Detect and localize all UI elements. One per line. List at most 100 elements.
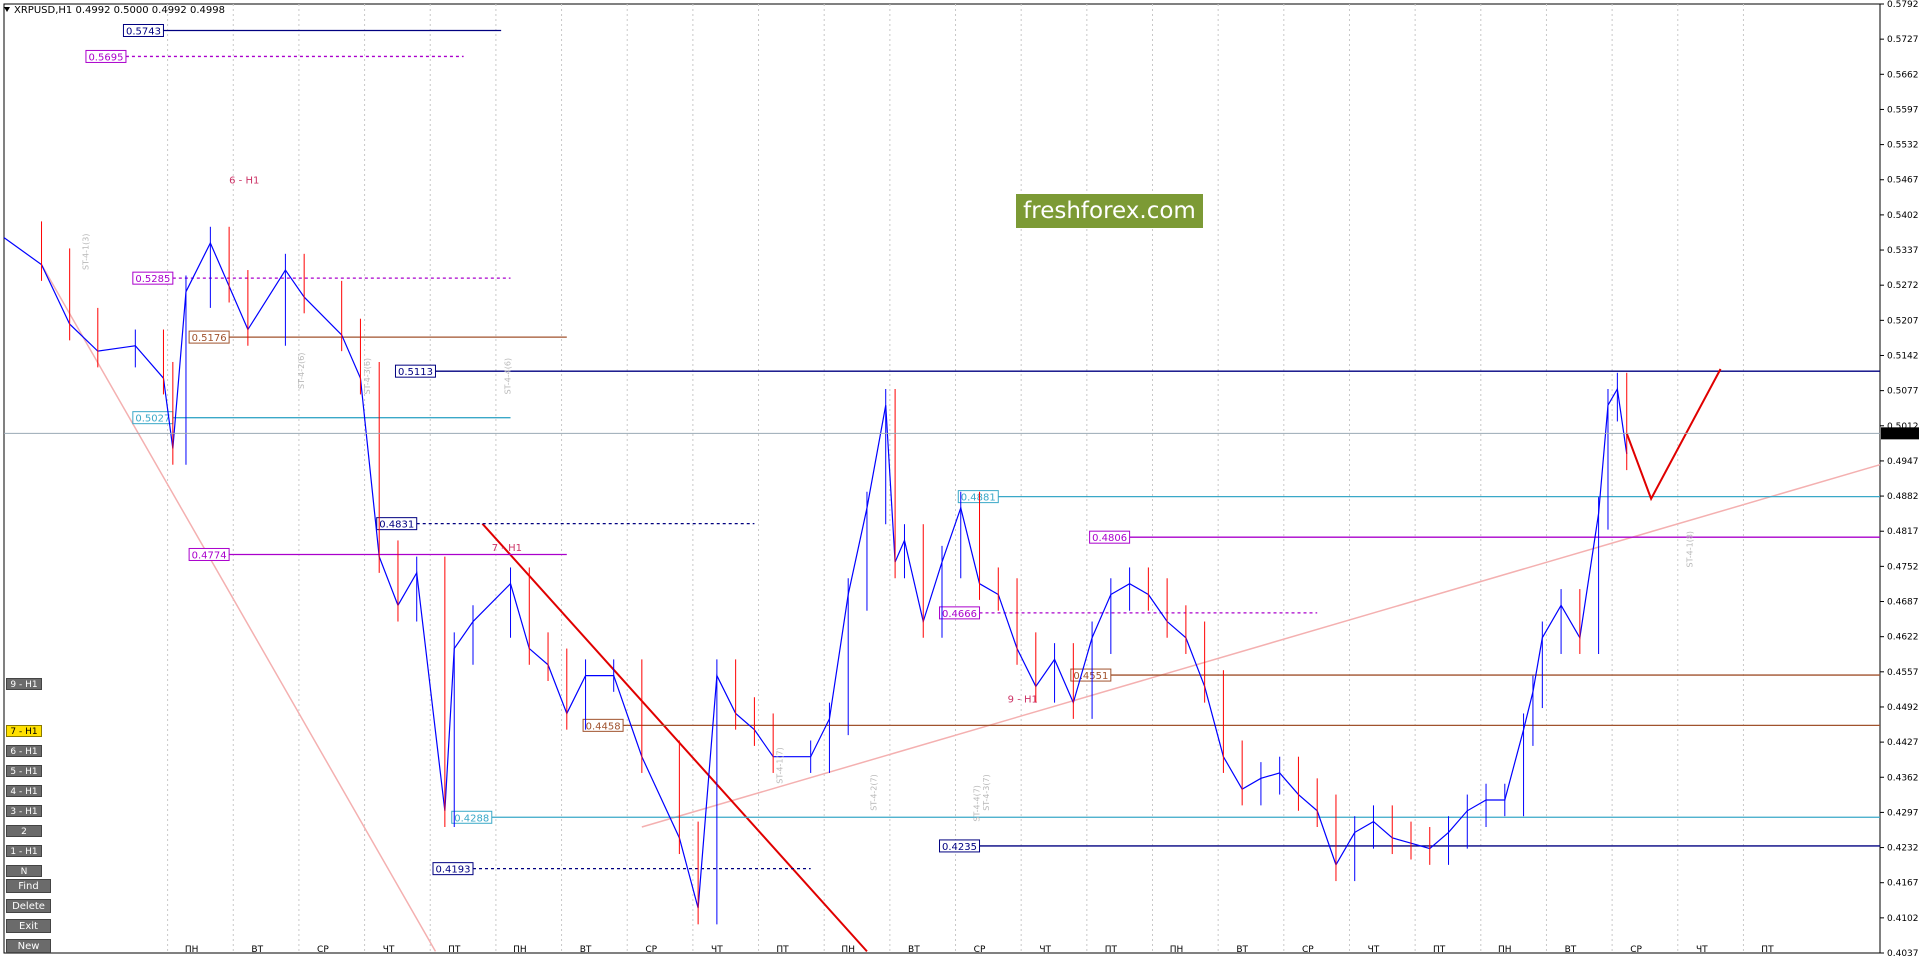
x-tick-label: ВТ — [1565, 945, 1577, 955]
st-label: ST-4-1(8) — [1685, 531, 1694, 568]
x-tick-label: ПН — [841, 945, 855, 955]
y-tick-label: 0.4882 — [1887, 492, 1919, 502]
x-tick-label: ПН — [513, 945, 527, 955]
level-label: 0.4806 — [1092, 533, 1127, 544]
level-label: 0.4831 — [379, 520, 414, 531]
x-tick-label: ВТ — [908, 945, 920, 955]
y-tick-label: 0.4492 — [1887, 703, 1919, 713]
y-tick-label: 0.5207 — [1887, 316, 1919, 326]
x-tick-label: ПТ — [1761, 945, 1774, 955]
x-tick-label: ВТ — [580, 945, 592, 955]
new-button[interactable]: New — [6, 939, 51, 953]
level-label: 0.5176 — [192, 333, 227, 344]
panel-item-7-h1[interactable]: 7 - H1 — [6, 725, 42, 737]
level-label: 0.5285 — [135, 274, 170, 285]
x-tick-label: ВТ — [251, 945, 263, 955]
level-label: 0.4551 — [1073, 671, 1108, 682]
panel-item-5-h1[interactable]: 5 - H1 — [6, 765, 42, 777]
y-tick-label: 0.4167 — [1887, 879, 1919, 889]
y-tick-label: 0.5662 — [1887, 70, 1919, 80]
current-price-label: 0.4998 — [1884, 430, 1916, 440]
ohlc-values: 0.4992 0.5000 0.4992 0.4998 — [75, 5, 225, 16]
y-tick-label: 0.5077 — [1887, 387, 1919, 397]
projection-path — [1625, 368, 1722, 502]
x-tick-label: ПТ — [1105, 945, 1118, 955]
exit-button[interactable]: Exit — [6, 919, 51, 933]
st-label: ST-4-1(7) — [776, 747, 785, 784]
price-chart[interactable]: ПН ВТ СР ЧТ ПТ ПН ВТ СР ЧТ ПТ ПН ВТ СР ЧТ ПТ ПН ВТ СР ЧТ ПТ… — [0, 0, 1920, 957]
st-label: ST-4-2(6) — [297, 352, 306, 389]
level-label: 0.4881 — [961, 493, 996, 504]
x-tick-label: ВТ — [1236, 945, 1248, 955]
x-tick-label: ПН — [185, 945, 199, 955]
y-tick-label: 0.4102 — [1887, 914, 1919, 924]
wave-marker: 6 - H1 — [229, 176, 259, 187]
level-label: 0.5743 — [126, 26, 161, 37]
y-tick-label: 0.5142 — [1887, 351, 1919, 361]
watermark-logo: freshforex.com — [1016, 194, 1203, 228]
level-label: 0.5113 — [398, 367, 433, 378]
panel-item-n[interactable]: N — [6, 865, 42, 877]
level-label: 0.4193 — [436, 865, 471, 876]
level-label: 0.4458 — [586, 721, 621, 732]
x-tick-label: ПТ — [776, 945, 789, 955]
x-tick-label: ЧТ — [1039, 945, 1051, 955]
chart-header: XRPUSD,H1 0.4992 0.5000 0.4992 0.4998 — [4, 5, 225, 16]
y-tick-label: 0.5792 — [1887, 0, 1919, 10]
st-label: ST-4-4(7) — [973, 785, 982, 822]
x-tick-label: ЧТ — [711, 945, 723, 955]
x-tick-label: СР — [974, 945, 986, 955]
collapse-triangle-icon[interactable] — [4, 7, 10, 12]
y-tick-label: 0.5337 — [1887, 246, 1919, 256]
find-button[interactable]: Find — [6, 879, 51, 893]
y-tick-label: 0.5597 — [1887, 105, 1919, 115]
st-label: ST-4-3(6) — [363, 358, 372, 395]
wave-marker: 9 - H1 — [1008, 695, 1038, 706]
y-tick-label: 0.5727 — [1887, 35, 1919, 45]
level-label: 0.4288 — [454, 813, 489, 824]
y-tick-label: 0.4362 — [1887, 773, 1919, 783]
st-label: ST-4-2(7) — [869, 774, 878, 811]
level-label: 0.4666 — [942, 609, 977, 620]
y-tick-label: 0.5467 — [1887, 176, 1919, 186]
y-tick-label: 0.4427 — [1887, 738, 1919, 748]
level-label: 0.4774 — [192, 550, 227, 561]
y-tick-label: 0.4297 — [1887, 808, 1919, 818]
y-tick-label: 0.4947 — [1887, 457, 1919, 467]
plot-frame — [3, 3, 1881, 954]
y-tick-label: 0.4817 — [1887, 527, 1919, 537]
x-tick-label: ЧТ — [383, 945, 395, 955]
st-label: ST-4-4(6) — [504, 358, 513, 395]
st-label: ST-4-3(7) — [982, 774, 991, 811]
x-tick-label: СР — [1630, 945, 1642, 955]
x-tick-label: ПН — [1170, 945, 1184, 955]
y-tick-label: 0.4232 — [1887, 844, 1919, 854]
y-tick-label: 0.4752 — [1887, 562, 1919, 572]
level-label: 0.5695 — [88, 52, 123, 63]
panel-item-4-h1[interactable]: 4 - H1 — [6, 785, 42, 797]
x-tick-label: СР — [1302, 945, 1314, 955]
panel-item-6-h1[interactable]: 6 - H1 — [6, 745, 42, 757]
x-tick-label: ПТ — [1433, 945, 1446, 955]
y-tick-label: 0.5532 — [1887, 141, 1919, 151]
wave-marker: 7 - H1 — [492, 543, 522, 554]
y-tick-label: 0.5272 — [1887, 281, 1919, 291]
panel-item-9-h1[interactable]: 9 - H1 — [6, 678, 42, 690]
symbol-label: XRPUSD,H1 — [14, 5, 73, 16]
panel-item-3-h1[interactable]: 3 - H1 — [6, 805, 42, 817]
y-tick-label: 0.4037 — [1887, 949, 1919, 957]
y-tick-label: 0.5402 — [1887, 211, 1919, 221]
panel-item-1-h1[interactable]: 1 - H1 — [6, 845, 42, 857]
level-label: 0.4235 — [942, 842, 977, 853]
trendline-red — [481, 522, 868, 953]
delete-button[interactable]: Delete — [6, 899, 51, 913]
y-tick-label: 0.4622 — [1887, 633, 1919, 643]
x-tick-label: ЧТ — [1696, 945, 1708, 955]
panel-item-2[interactable]: 2 — [6, 825, 42, 837]
st-label: ST-4-1(3) — [81, 234, 90, 271]
x-tick-label: СР — [317, 945, 329, 955]
y-tick-label: 0.4687 — [1887, 598, 1919, 608]
trendline-pink — [40, 264, 437, 952]
level-label: 0.5027 — [135, 414, 170, 425]
x-tick-label: ЧТ — [1368, 945, 1380, 955]
